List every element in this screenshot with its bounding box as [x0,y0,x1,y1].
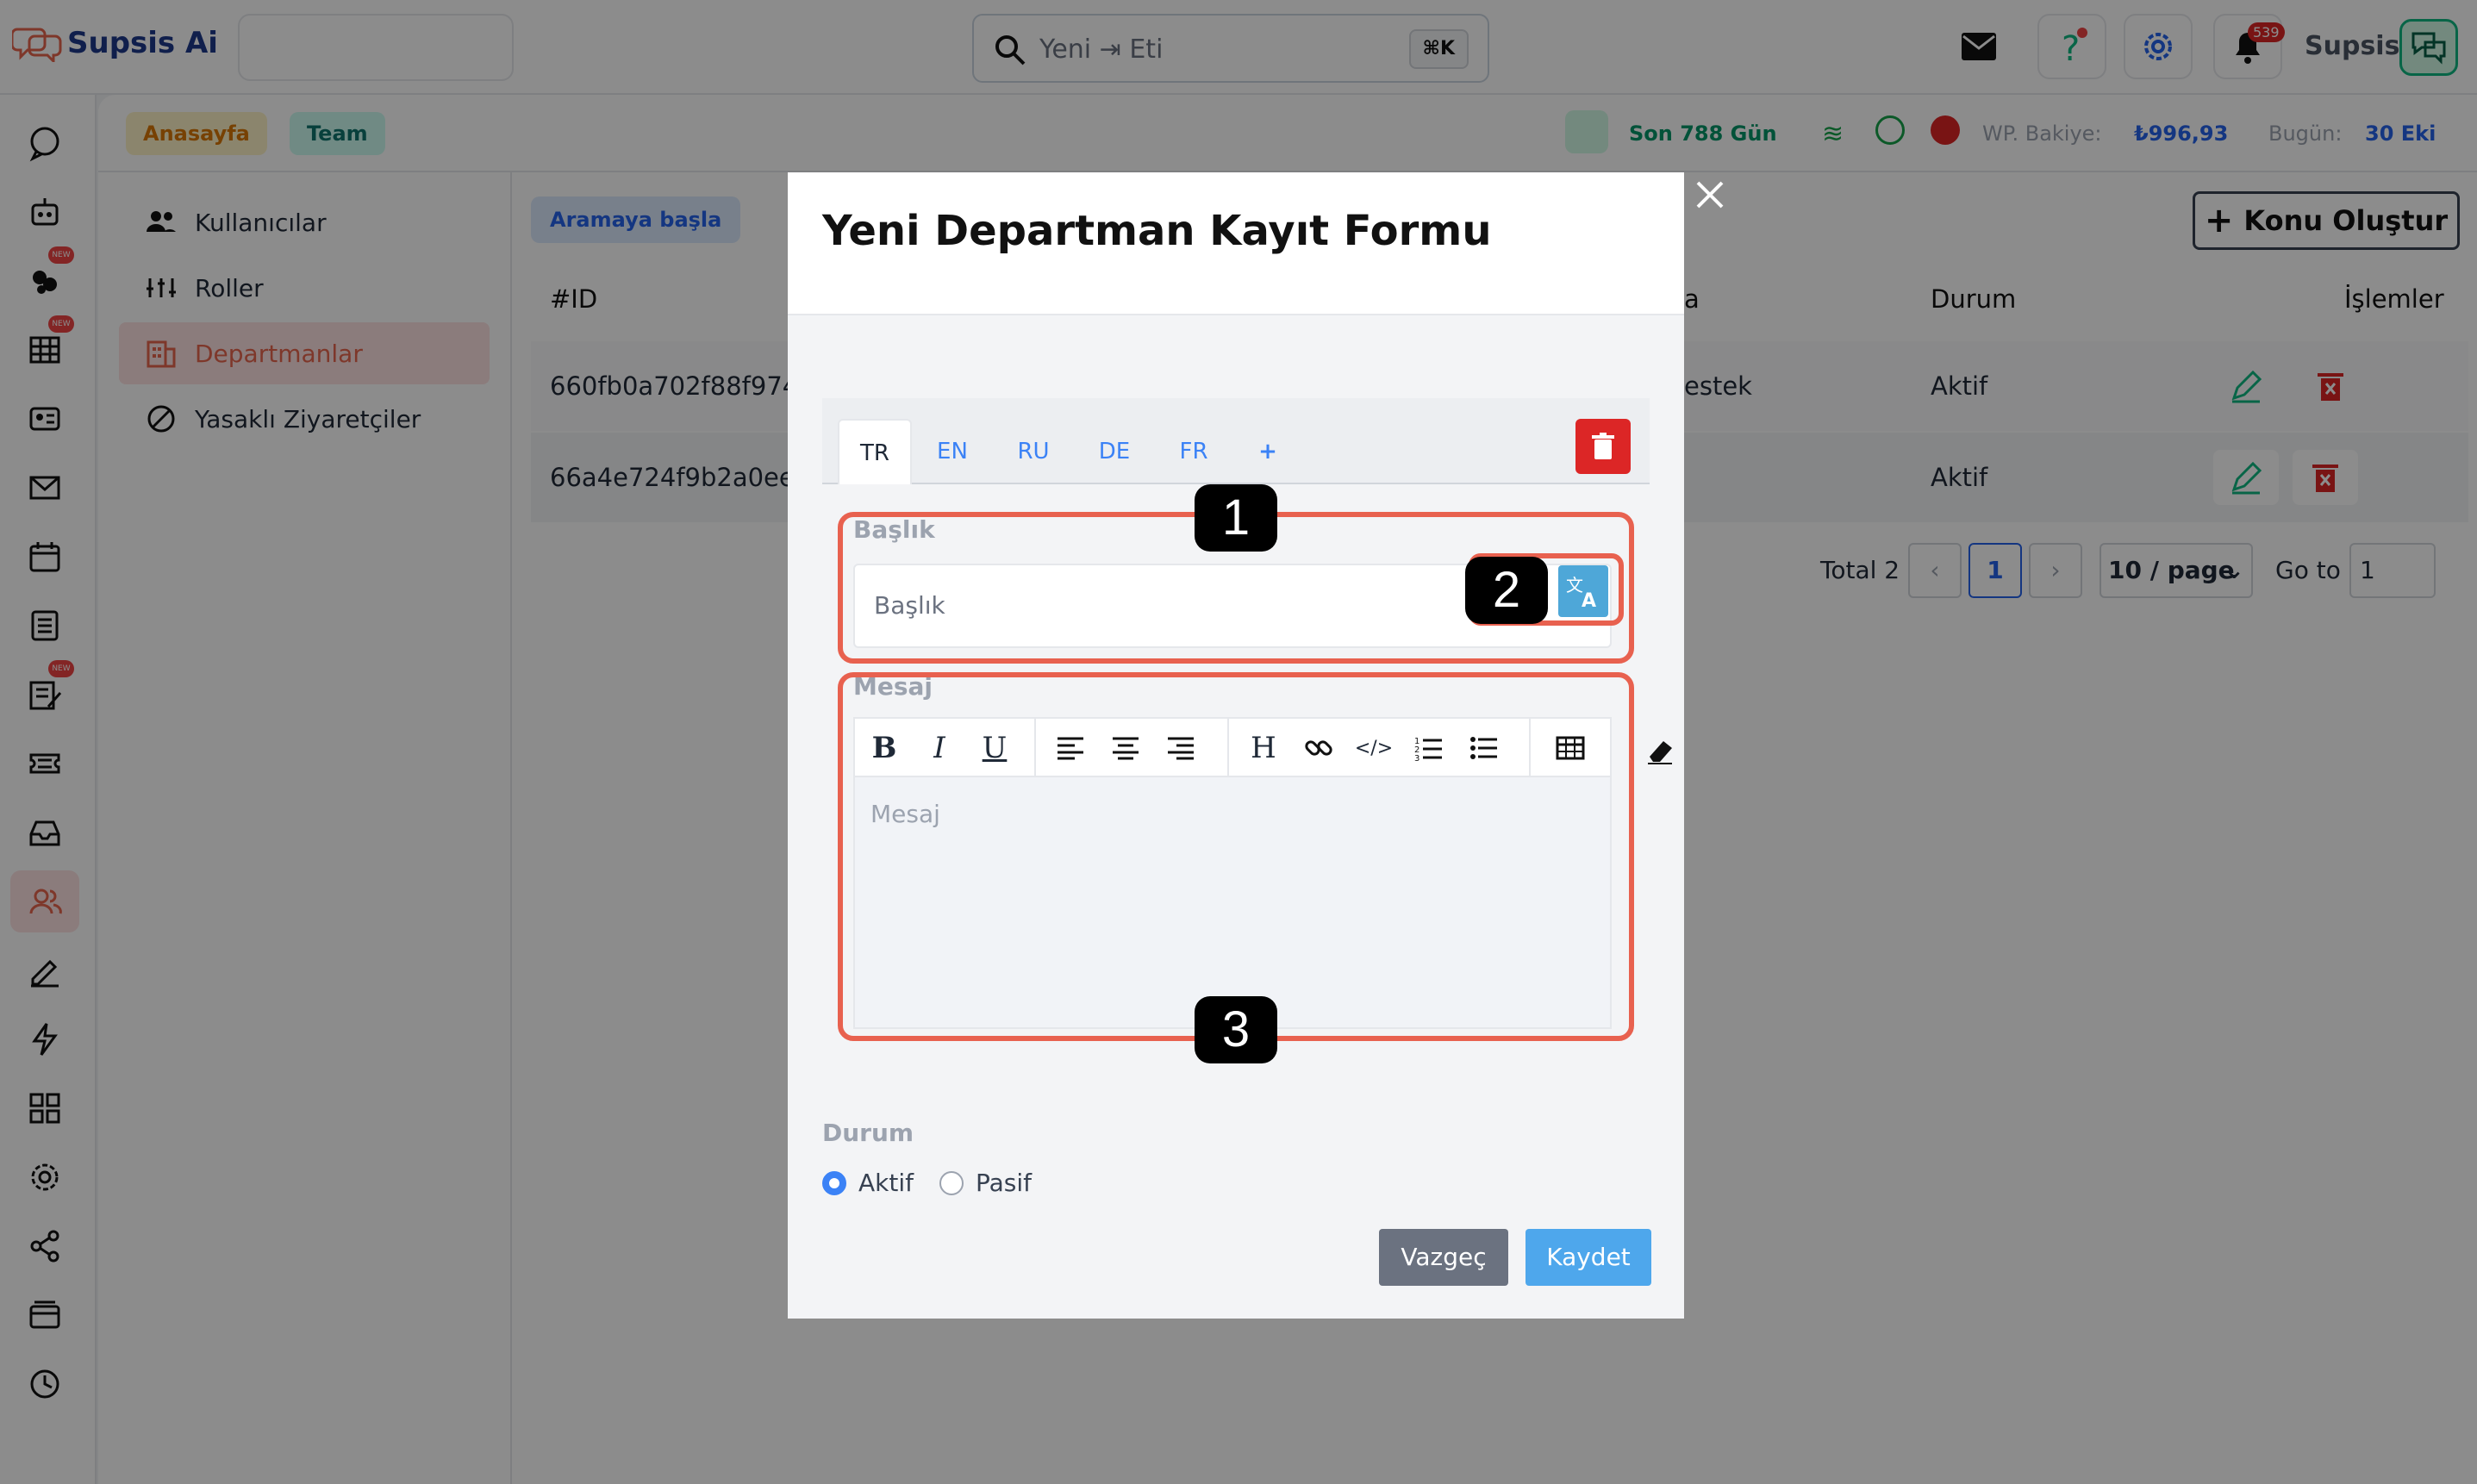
radio-label: Pasif [976,1169,1033,1197]
delete-language-button[interactable] [1575,419,1631,474]
annotation-marker-3: 3 [1195,996,1277,1063]
cancel-button[interactable]: Vazgeç [1379,1229,1508,1286]
language-tabs: TR EN RU DE FR + [822,398,1650,484]
tab-ru[interactable]: RU [996,419,1070,484]
status-radio-passive[interactable]: Pasif [939,1169,1032,1197]
highlight-box-message [838,672,1634,1041]
radio-unchecked[interactable] [939,1170,964,1195]
eraser-icon[interactable] [1643,733,1677,767]
annotation-marker-2: 2 [1465,557,1548,624]
annotation-marker-1: 1 [1195,484,1277,552]
tab-tr[interactable]: TR [838,419,912,484]
trash-icon [1592,433,1614,459]
tab-de[interactable]: DE [1077,419,1151,484]
modal-header: Yeni Departman Kayıt Formu [788,172,1684,315]
save-button[interactable]: Kaydet [1526,1229,1651,1286]
modal-title: Yeni Departman Kayıt Formu [822,207,1492,255]
add-language-tab[interactable]: + [1231,419,1305,484]
radio-label: Aktif [858,1169,914,1197]
close-icon[interactable] [1691,176,1729,214]
status-radio-active[interactable]: Aktif [822,1169,914,1197]
status-label: Durum [822,1119,914,1147]
radio-checked[interactable] [822,1170,846,1195]
tab-en[interactable]: EN [915,419,989,484]
tab-fr[interactable]: FR [1157,419,1231,484]
